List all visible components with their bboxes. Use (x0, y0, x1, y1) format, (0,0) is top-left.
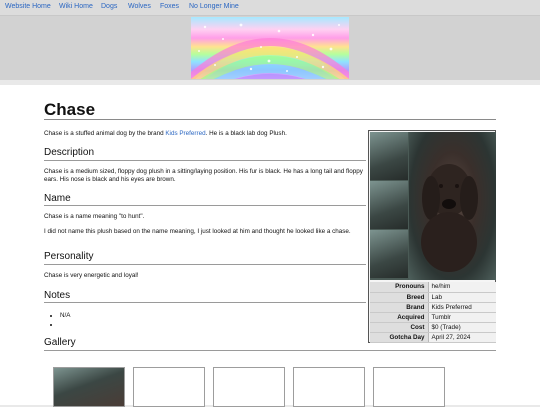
photo-thumbnails (370, 132, 408, 280)
table-row: Gotcha Day April 27, 2024 (370, 332, 496, 343)
section-divider (44, 160, 366, 161)
gallery-image[interactable] (293, 367, 365, 407)
intro-text-before: Chase is a stuffed animal dog by the bra… (44, 130, 166, 137)
list-item (60, 320, 71, 329)
personality-text: Chase is very energetic and loyal! (44, 272, 139, 279)
info-value: Kids Preferred (428, 302, 496, 313)
info-value: Lab (428, 292, 496, 303)
info-key: Cost (370, 322, 429, 333)
info-value: he/him (428, 282, 496, 293)
nav-link-wolves[interactable]: Wolves (128, 3, 151, 10)
name-text-2: I did not name this plush based on the n… (44, 228, 351, 235)
section-heading-notes: Notes (44, 290, 71, 301)
name-text-1: Chase is a name meaning "to hunt". (44, 213, 145, 220)
intro-paragraph: Chase is a stuffed animal dog by the bra… (44, 130, 364, 138)
info-key: Gotcha Day (370, 332, 429, 343)
section-divider (44, 264, 366, 265)
table-row: Brand Kids Preferred (370, 302, 496, 313)
info-key: Pronouns (370, 282, 429, 293)
info-key: Acquired (370, 312, 429, 323)
section-heading-description: Description (44, 147, 95, 158)
nav-link-wiki-home[interactable]: Wiki Home (59, 3, 93, 10)
section-divider (44, 302, 366, 303)
brand-link[interactable]: Kids Preferred (165, 130, 205, 137)
infobox-table: Pronouns he/him Breed Lab Brand Kids Prefer… (370, 282, 496, 343)
nav-link-dogs[interactable]: Dogs (101, 3, 117, 10)
thumbnail-image (370, 181, 408, 229)
top-navigation: Website Home Wiki Home Dogs Wolves Foxes… (0, 0, 540, 16)
section-divider (44, 350, 496, 351)
gallery-image[interactable] (53, 367, 125, 407)
main-photo (409, 132, 496, 280)
section-heading-name: Name (44, 193, 71, 204)
description-text: Chase is a medium sized, floppy dog plus… (44, 168, 363, 183)
gallery-image[interactable] (133, 367, 205, 407)
nav-link-foxes[interactable]: Foxes (160, 3, 179, 10)
info-value: $0 (Trade) (428, 322, 496, 333)
table-row: Pronouns he/him (370, 282, 496, 293)
info-value: Tumblr (428, 312, 496, 323)
nav-link-website-home[interactable]: Website Home (5, 3, 51, 10)
gallery-image[interactable] (373, 367, 445, 407)
table-row: Breed Lab (370, 292, 496, 303)
info-value: April 27, 2024 (428, 332, 496, 343)
notes-list: N/A (60, 311, 71, 329)
info-key: Breed (370, 292, 429, 303)
gallery-image[interactable] (213, 367, 285, 407)
table-row: Acquired Tumblr (370, 312, 496, 323)
table-row: Cost $0 (Trade) (370, 322, 496, 333)
intro-text-after: . He is a black lab dog Plush. (205, 130, 287, 137)
title-divider (44, 119, 496, 120)
thumbnail-image (370, 132, 408, 180)
section-heading-personality: Personality (44, 251, 94, 262)
info-key: Brand (370, 302, 429, 313)
page-title: Chase (44, 100, 96, 119)
plush-photo[interactable] (370, 132, 496, 280)
thumbnail-image (370, 230, 408, 278)
list-item: N/A (60, 311, 71, 320)
rainbow-banner-image (191, 17, 349, 79)
section-heading-gallery: Gallery (44, 337, 76, 348)
infobox: Pronouns he/him Breed Lab Brand Kids Prefer… (368, 130, 496, 343)
nav-link-no-longer-mine[interactable]: No Longer Mine (189, 3, 239, 10)
section-divider (44, 205, 366, 206)
